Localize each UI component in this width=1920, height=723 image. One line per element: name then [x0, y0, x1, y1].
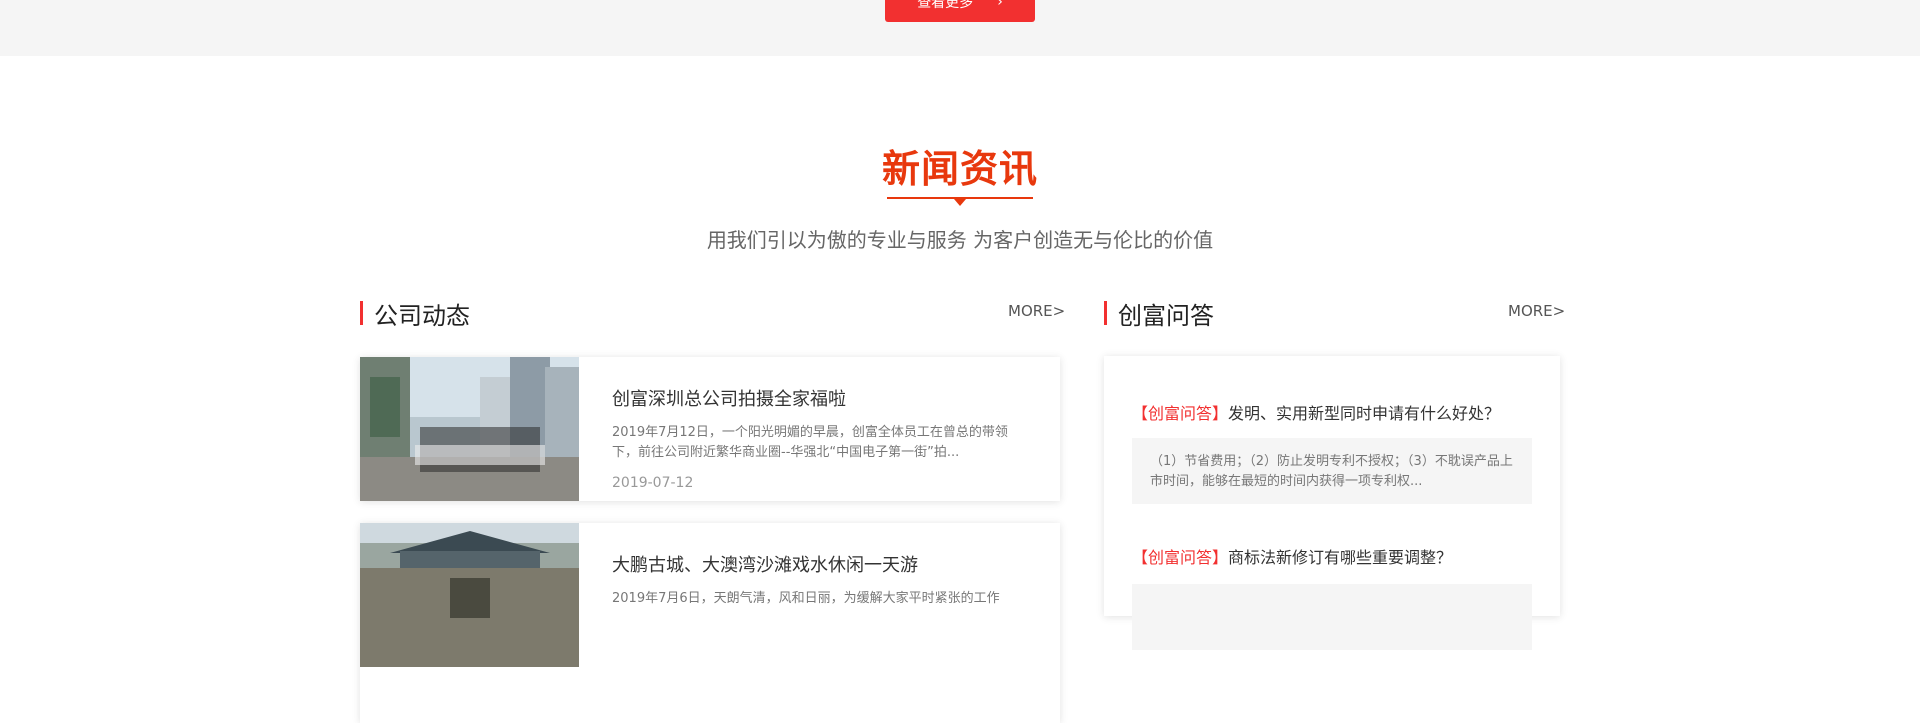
news-description: 2019年7月6日，天朗气清，风和日丽，为缓解大家平时紧张的工作 [612, 591, 1000, 606]
qa-panel: 【创富问答】发明、实用新型同时申请有什么好处？ （1）节省费用；（2）防止发明专… [1104, 356, 1560, 650]
qa-header: 创富问答 [1104, 300, 1560, 330]
section-title: 新闻资讯 [881, 147, 1038, 191]
title-underline-triangle [954, 199, 966, 206]
qa-question-text: 发明、实用新型同时申请有什么好处？ [1228, 404, 1501, 423]
news-card[interactable]: 创富深圳总公司拍摄全家福啦 2019年7月12日，一个阳光明媚的早晨，创富全体员… [360, 357, 1060, 501]
qa-tag: 【创富问答】 [1132, 548, 1229, 567]
qa-more-link[interactable]: MORE> [1508, 302, 1565, 320]
news-date: 2019-07-12 [612, 475, 694, 491]
news-card[interactable]: 大鹏古城、大澳湾沙滩戏水休闲一天游 2019年7月6日，天朗气清，风和日丽，为缓… [360, 523, 1060, 723]
qa-question[interactable]: 【创富问答】商标法新修订有哪些重要调整？ [1132, 544, 1452, 568]
news-image-ancient-city[interactable] [360, 523, 579, 667]
news-title[interactable]: 创富深圳总公司拍摄全家福啦 [612, 385, 846, 411]
news-image-group-photo[interactable] [360, 357, 579, 501]
view-more-button[interactable]: 查看更多 › [885, 0, 1035, 22]
qa-header-bar [1104, 301, 1107, 325]
news-more-link[interactable]: MORE> [1008, 302, 1065, 320]
view-more-label: 查看更多 [917, 0, 974, 11]
news-header: 公司动态 [360, 300, 1060, 330]
qa-question[interactable]: 【创富问答】发明、实用新型同时申请有什么好处？ [1132, 400, 1500, 424]
qa-answer [1132, 584, 1532, 650]
qa-answer: （1）节省费用；（2）防止发明专利不授权；（3）不耽误产品上市时间，能够在最短的… [1132, 438, 1532, 504]
chevron-right-icon: › [997, 0, 1003, 10]
section-subtitle: 用我们引以为傲的专业与服务 为客户创造无与伦比的价值 [706, 228, 1214, 252]
news-description: 2019年7月12日，一个阳光明媚的早晨，创富全体员工在曾总的带领下，前往公司附… [612, 425, 1008, 460]
news-heading: 公司动态 [374, 302, 470, 330]
qa-tag: 【创富问答】 [1132, 404, 1229, 423]
qa-question-text: 商标法新修订有哪些重要调整？ [1228, 548, 1453, 567]
news-header-bar [360, 301, 363, 325]
news-title[interactable]: 大鹏古城、大澳湾沙滩戏水休闲一天游 [612, 551, 918, 577]
qa-heading: 创富问答 [1118, 302, 1214, 330]
